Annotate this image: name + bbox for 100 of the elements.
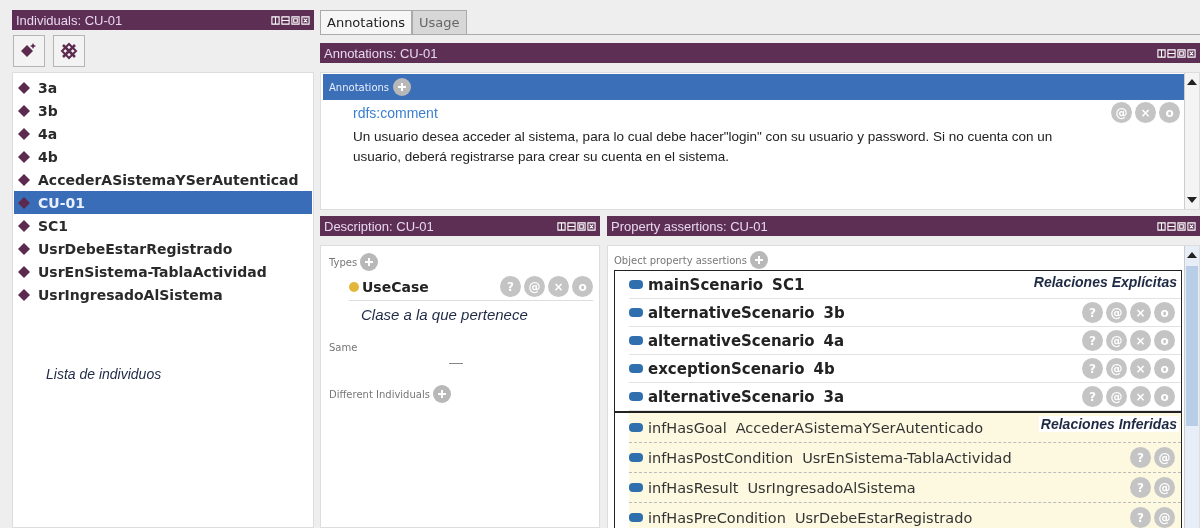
- property-value: 4a: [823, 331, 845, 350]
- individual-icon: [18, 242, 30, 255]
- individual-icon: [18, 265, 30, 278]
- individual-icon: [18, 150, 30, 163]
- plus-icon: [753, 255, 764, 265]
- maximize-button[interactable]: [1177, 48, 1186, 58]
- section-label: Annotations: [329, 81, 390, 93]
- minimize-button[interactable]: [567, 221, 576, 231]
- tab[interactable]: Usage: [412, 10, 467, 34]
- close-button[interactable]: [1187, 221, 1196, 231]
- property-name: infHasResult: [648, 479, 739, 496]
- action-button[interactable]: @: [1154, 507, 1175, 528]
- panel-title: Annotations: CU-01: [324, 45, 438, 61]
- action-button[interactable]: ?: [1130, 477, 1151, 498]
- property-icon: [629, 364, 643, 373]
- property-value: UsrIngresadoAlSistema: [747, 479, 916, 496]
- action-button[interactable]: @: [524, 276, 545, 297]
- action-button[interactable]: @: [1106, 386, 1127, 407]
- individual-item[interactable]: AccederASistemaYSerAutenticad: [14, 168, 312, 191]
- maximize-button[interactable]: [291, 15, 300, 25]
- scrollbar[interactable]: [1184, 246, 1199, 528]
- add-individual-button[interactable]: [13, 35, 45, 67]
- close-button[interactable]: [587, 221, 596, 231]
- minimize-button[interactable]: [1167, 221, 1176, 231]
- action-button[interactable]: ?: [1082, 386, 1103, 407]
- panel-title: Property assertions: CU-01: [611, 218, 768, 234]
- individual-item[interactable]: 3a: [14, 76, 312, 99]
- minimize-button[interactable]: [1167, 48, 1176, 58]
- action-button[interactable]: ?: [1082, 330, 1103, 351]
- diamond-cross-icon: [60, 42, 78, 60]
- action-button[interactable]: ×: [1130, 302, 1151, 323]
- action-button[interactable]: ?: [1082, 358, 1103, 379]
- individual-item[interactable]: 4a: [14, 122, 312, 145]
- action-button[interactable]: @: [1154, 477, 1175, 498]
- plus-icon: [364, 257, 375, 267]
- property-value: AccederASistemaYSerAutenticado: [735, 419, 984, 436]
- individual-item[interactable]: CU-01: [14, 191, 312, 214]
- float-button[interactable]: [1157, 221, 1166, 231]
- class-icon: [349, 281, 359, 292]
- close-button[interactable]: [1187, 48, 1196, 58]
- property-name: infHasPreCondition: [648, 509, 786, 526]
- action-button[interactable]: o: [1154, 386, 1175, 407]
- action-button[interactable]: ?: [1082, 302, 1103, 323]
- action-button[interactable]: o: [1154, 302, 1175, 323]
- action-button[interactable]: @: [1111, 102, 1132, 123]
- action-button[interactable]: ?: [1130, 447, 1151, 468]
- individual-item[interactable]: 3b: [14, 99, 312, 122]
- action-button[interactable]: @: [1106, 302, 1127, 323]
- assertion-row[interactable]: infHasPreCondition UsrDebeEstarRegistrado ? @: [629, 503, 1181, 528]
- assertion-row[interactable]: alternativeScenario 4a ? @ × o: [629, 327, 1181, 355]
- action-button[interactable]: o: [1154, 358, 1175, 379]
- action-button[interactable]: ?: [500, 276, 521, 297]
- property-icon: [629, 392, 643, 401]
- assertion-row[interactable]: exceptionScenario 4b ? @ × o: [629, 355, 1181, 383]
- tab[interactable]: Annotations: [320, 10, 413, 34]
- property-value: UsrEnSistema-TablaActividad: [802, 449, 1012, 466]
- action-button[interactable]: @: [1106, 358, 1127, 379]
- action-button[interactable]: ×: [1130, 330, 1151, 351]
- individual-icon: [18, 288, 30, 301]
- close-button[interactable]: [301, 15, 310, 25]
- individual-icon: [18, 104, 30, 117]
- minimize-button[interactable]: [281, 15, 290, 25]
- assertion-row[interactable]: infHasPostCondition UsrEnSistema-TablaActividad ? @: [629, 443, 1181, 473]
- property-icon: [629, 453, 643, 462]
- scrollbar[interactable]: [1184, 73, 1199, 209]
- maximize-button[interactable]: [577, 221, 586, 231]
- individual-icon: [18, 219, 30, 232]
- assertion-row[interactable]: infHasResult UsrIngresadoAlSistema ? @: [629, 473, 1181, 503]
- individual-item[interactable]: 4b: [14, 145, 312, 168]
- section-label: Same: [329, 341, 358, 353]
- action-button[interactable]: o: [1159, 102, 1180, 123]
- panel-title: Description: CU-01: [324, 218, 434, 234]
- property-name: exceptionScenario: [648, 359, 805, 378]
- add-button[interactable]: [393, 78, 412, 96]
- annotation-property-link[interactable]: rdfs:comment: [353, 104, 438, 121]
- property-icon: [629, 513, 643, 522]
- action-button[interactable]: ×: [1135, 102, 1156, 123]
- delete-individual-button[interactable]: [53, 35, 85, 67]
- individual-item[interactable]: UsrDebeEstarRegistrado: [14, 237, 312, 260]
- plus-icon: [436, 389, 447, 399]
- individual-item[interactable]: UsrIngresadoAlSistema: [14, 283, 312, 306]
- assertion-row[interactable]: alternativeScenario 3a ? @ × o: [629, 383, 1181, 411]
- action-button[interactable]: o: [572, 276, 593, 297]
- action-button[interactable]: ?: [1130, 507, 1151, 528]
- float-button[interactable]: [271, 15, 280, 25]
- action-button[interactable]: @: [1154, 447, 1175, 468]
- action-button[interactable]: ×: [1130, 386, 1151, 407]
- annotation-note: Relaciones Inferidas: [1038, 416, 1179, 432]
- action-button[interactable]: o: [1154, 330, 1175, 351]
- action-button[interactable]: ×: [548, 276, 569, 297]
- individual-item[interactable]: SC1: [14, 214, 312, 237]
- individual-item[interactable]: UsrEnSistema-TablaActividad: [14, 260, 312, 283]
- assertion-row[interactable]: alternativeScenario 3b ? @ × o: [629, 299, 1181, 327]
- float-button[interactable]: [1157, 48, 1166, 58]
- property-name: mainScenario: [648, 275, 764, 294]
- action-button[interactable]: @: [1106, 330, 1127, 351]
- maximize-button[interactable]: [1177, 221, 1186, 231]
- float-button[interactable]: [557, 221, 566, 231]
- property-value: 3a: [823, 387, 845, 406]
- action-button[interactable]: ×: [1130, 358, 1151, 379]
